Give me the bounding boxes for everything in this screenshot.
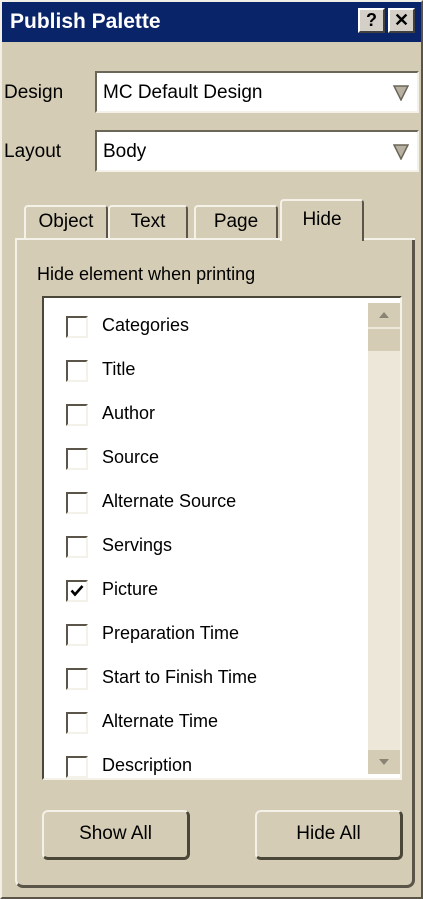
item-label: Alternate Source <box>102 491 237 511</box>
hide-heading: Hide element when printing <box>37 264 256 284</box>
close-button[interactable]: ✕ <box>388 8 415 33</box>
item-label: Author <box>102 403 156 423</box>
description-checkbox[interactable] <box>66 756 88 778</box>
design-label: Design <box>4 82 64 103</box>
item-label: Alternate Time <box>102 711 219 731</box>
design-value: MC Default Design <box>103 82 263 103</box>
checkmark-icon <box>70 585 84 597</box>
tab-object[interactable]: Object <box>24 205 108 239</box>
tab-page[interactable]: Page <box>194 205 278 239</box>
show-all-button[interactable]: Show All <box>42 810 190 860</box>
servings-checkbox[interactable] <box>66 536 88 558</box>
hide-all-button[interactable]: Hide All <box>255 810 403 860</box>
panel-top-edge <box>362 238 415 240</box>
tab-text[interactable]: Text <box>108 205 188 239</box>
item-label: Servings <box>102 535 173 555</box>
down-arrow-icon <box>379 759 389 765</box>
hide-elements-list[interactable]: Categories Title Author Source Alternate… <box>42 296 402 780</box>
tab-hide[interactable]: Hide <box>280 199 364 241</box>
scroll-down-button[interactable] <box>368 750 400 774</box>
window-title: Publish Palette <box>10 10 161 33</box>
preparation-time-checkbox[interactable] <box>66 624 88 646</box>
layout-value: Body <box>103 141 147 162</box>
item-label: Preparation Time <box>102 623 240 643</box>
item-label: Picture <box>102 579 159 599</box>
alternate-source-checkbox[interactable] <box>66 492 88 514</box>
source-checkbox[interactable] <box>66 448 88 470</box>
item-label: Description <box>102 755 193 775</box>
item-label: Source <box>102 447 160 467</box>
scroll-thumb[interactable] <box>368 329 400 351</box>
categories-checkbox[interactable] <box>66 316 88 338</box>
start-to-finish-time-checkbox[interactable] <box>66 668 88 690</box>
title-checkbox[interactable] <box>66 360 88 382</box>
item-label: Categories <box>102 315 190 335</box>
dropdown-arrow-icon[interactable] <box>392 85 410 106</box>
dropdown-arrow-icon[interactable] <box>392 144 410 165</box>
design-dropdown[interactable]: MC Default Design <box>95 71 419 113</box>
scroll-up-button[interactable] <box>368 303 400 327</box>
layout-dropdown[interactable]: Body <box>95 130 419 172</box>
picture-checkbox[interactable] <box>66 580 88 602</box>
item-label: Title <box>102 359 136 379</box>
publish-palette-window: Publish Palette ? ✕ Design MC Default De… <box>0 0 423 899</box>
item-label: Start to Finish Time <box>102 667 258 687</box>
list-scrollbar[interactable] <box>368 303 400 774</box>
title-bar[interactable]: Publish Palette ? ✕ <box>2 2 421 42</box>
layout-label: Layout <box>4 141 62 162</box>
alternate-time-checkbox[interactable] <box>66 712 88 734</box>
help-button[interactable]: ? <box>358 8 385 33</box>
panel-top-edge <box>15 238 282 240</box>
author-checkbox[interactable] <box>66 404 88 426</box>
up-arrow-icon <box>379 312 389 318</box>
